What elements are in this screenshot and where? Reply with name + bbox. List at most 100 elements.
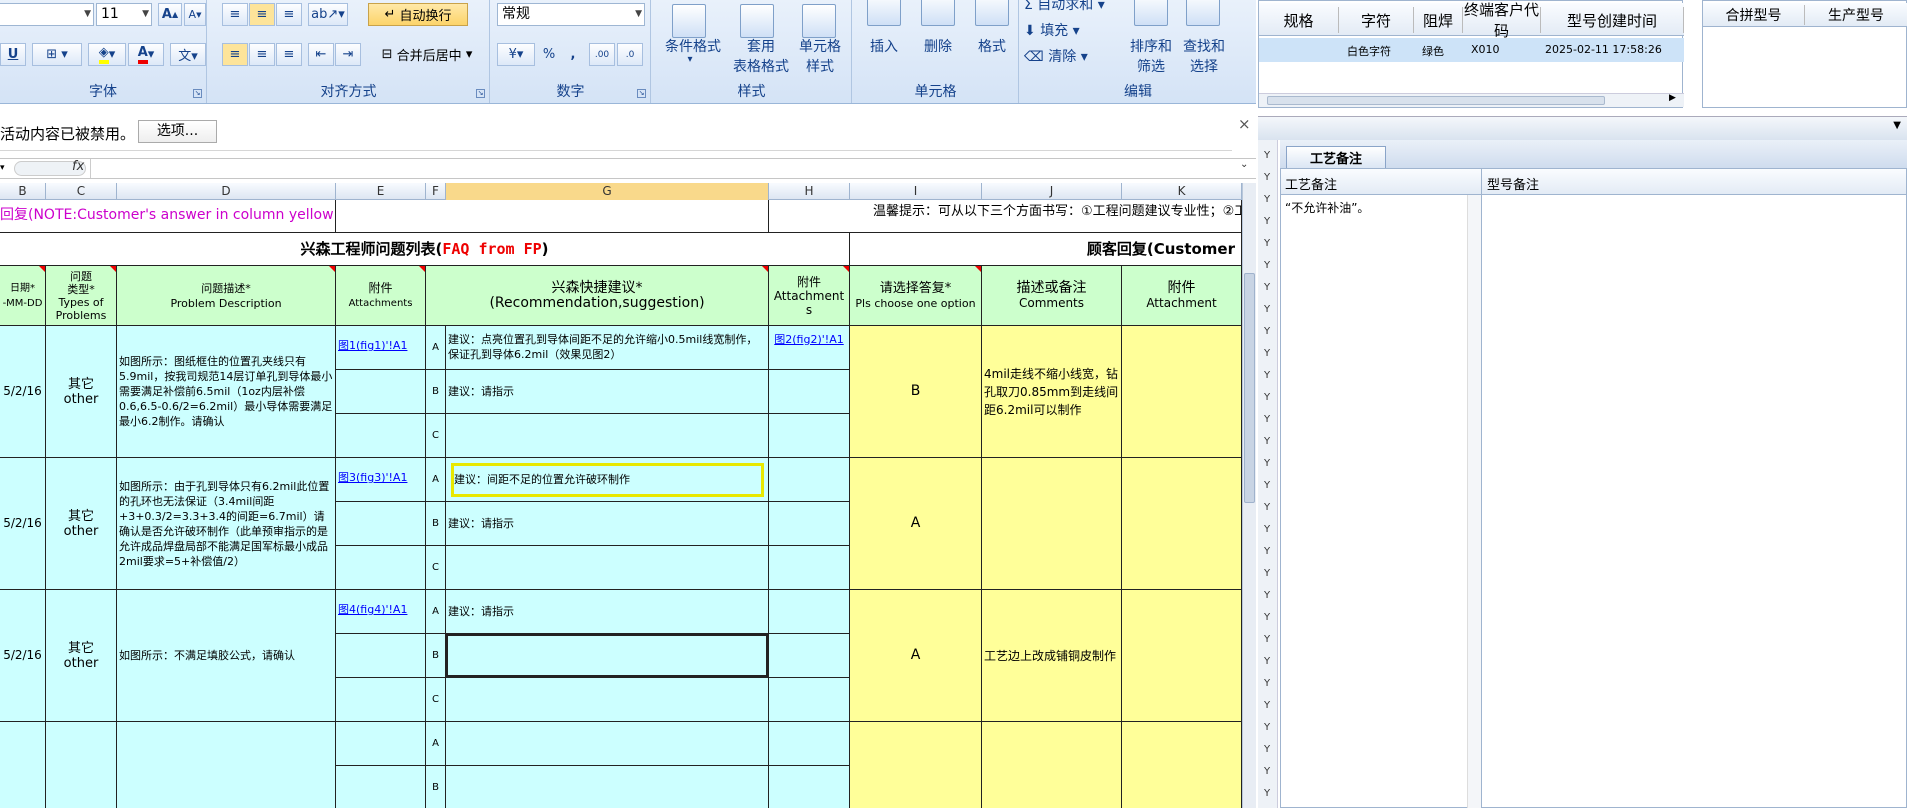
row-suggest-cell[interactable]: [446, 414, 769, 458]
font-color-button[interactable]: A ▾: [128, 43, 164, 66]
row-attach-cell[interactable]: [336, 722, 426, 766]
fill-color-button[interactable]: ◈ ▾: [88, 43, 126, 66]
hdr-choose-cell[interactable]: 请选择答复* Pls choose one option: [850, 266, 982, 326]
row-date-cell[interactable]: 5/2/16: [0, 326, 46, 458]
row-choice-cell[interactable]: A: [850, 458, 982, 590]
process-note-header[interactable]: 工艺备注: [1285, 174, 1337, 193]
font-size-combo[interactable]: 11 ▼: [96, 3, 152, 26]
model-table-header[interactable]: 字符: [1339, 7, 1414, 33]
row-option-letter[interactable]: C: [426, 678, 446, 722]
row-attach-cell[interactable]: [336, 766, 426, 808]
note-right-cell[interactable]: 温馨提示：可从以下三个方面书写：①工程问题建议专业性；②工程: [769, 200, 1242, 233]
percent-button[interactable]: %: [537, 43, 561, 66]
row-suggest-cell[interactable]: 建议：间距不足的位置允许破环制作: [446, 458, 769, 502]
decrease-indent-button[interactable]: ⇤: [308, 43, 334, 66]
attachment-link[interactable]: 图4(fig4)'!A1: [338, 603, 407, 616]
top-align-button[interactable]: ≡: [222, 3, 248, 26]
collapse-icon[interactable]: ▼: [1893, 120, 1901, 131]
row-date-cell[interactable]: 5/2/16: [0, 590, 46, 722]
row-desc-cell[interactable]: 如图所示：由于孔到导体只有6.2mil此位置的孔环也无法保证（3.4mil间距+…: [117, 458, 336, 590]
row-suggest-cell[interactable]: [446, 766, 769, 808]
title-left-cell[interactable]: 兴森工程师问题列表(FAQ from FP): [0, 233, 850, 266]
row-attach3-cell[interactable]: [1122, 458, 1242, 590]
row-date-cell[interactable]: [0, 722, 46, 808]
find-select-label-1[interactable]: 查找和: [1176, 36, 1232, 56]
phonetic-button[interactable]: 文▾: [170, 43, 206, 66]
increase-indent-button[interactable]: ⇥: [335, 43, 361, 66]
row-attach3-cell[interactable]: [1122, 590, 1242, 722]
row-option-letter[interactable]: A: [426, 722, 446, 766]
attachment2-link[interactable]: 图2(fig2)'!A1: [774, 333, 843, 346]
row-comment-cell[interactable]: [982, 722, 1122, 808]
row-attach2-cell[interactable]: [769, 414, 850, 458]
number-format-combo[interactable]: 常规 ▼: [497, 3, 645, 26]
orientation-button[interactable]: ab↗▾: [308, 3, 348, 26]
hdr-attach2-cell[interactable]: 附件 Attachment s: [769, 266, 850, 326]
fill-button[interactable]: ⬇ 填充 ▾: [1024, 20, 1080, 40]
cell-style-label-1[interactable]: 单元格: [788, 36, 852, 56]
row-attach-cell[interactable]: 图3(fig3)'!A1: [336, 458, 426, 502]
col-header-b[interactable]: B: [0, 183, 46, 200]
expand-formula-icon[interactable]: ⌄: [1240, 159, 1248, 170]
cell-style-label-2[interactable]: 样式: [788, 56, 852, 76]
name-box-dropdown[interactable]: ▾: [0, 160, 10, 177]
row-desc-cell[interactable]: [117, 722, 336, 808]
merge-center-button[interactable]: ⊟ 合并后居中 ▾: [368, 43, 486, 66]
spreadsheet-grid[interactable]: 回复(NOTE:Customer's answer in column yell…: [0, 200, 1242, 808]
process-note-text[interactable]: “不允许补油”。: [1285, 199, 1369, 216]
row-attach-cell[interactable]: [336, 414, 426, 458]
grow-font-button[interactable]: A ▲: [158, 3, 182, 26]
row-attach-cell[interactable]: [336, 370, 426, 414]
model-table-header[interactable]: 规格: [1259, 7, 1339, 33]
row-comment-cell[interactable]: [982, 458, 1122, 590]
merge-model-header[interactable]: 合拼型号: [1703, 5, 1805, 25]
model-table-cell[interactable]: 绿色: [1422, 43, 1444, 59]
row-attach3-cell[interactable]: [1122, 722, 1242, 808]
row-choice-cell[interactable]: A: [850, 590, 982, 722]
hdr-date-cell[interactable]: 日期* -MM-DD: [0, 266, 46, 326]
hdr-type-cell[interactable]: 问题 类型* Types of Problems: [46, 266, 117, 326]
close-message-icon[interactable]: ×: [1238, 115, 1251, 133]
row-option-letter[interactable]: C: [426, 414, 446, 458]
right-align-button[interactable]: ≡: [276, 43, 302, 66]
fx-icon[interactable]: fx: [72, 159, 84, 174]
center-align-button[interactable]: ≡: [249, 43, 275, 66]
middle-align-button[interactable]: ≡: [249, 3, 275, 26]
row-option-letter[interactable]: B: [426, 634, 446, 678]
model-note-header[interactable]: 型号备注: [1487, 174, 1539, 193]
scroll-thumb[interactable]: [1244, 273, 1255, 503]
number-dialog-launcher[interactable]: ↘: [637, 89, 646, 98]
conditional-format-button[interactable]: 条件格式: [656, 36, 730, 56]
row-suggest-cell[interactable]: 建议：请指示: [446, 590, 769, 634]
hdr-comments-cell[interactable]: 描述或备注 Comments: [982, 266, 1122, 326]
autosum-button[interactable]: Σ 自动求和 ▾: [1024, 0, 1105, 14]
col-header-k[interactable]: K: [1122, 183, 1242, 200]
row-attach2-cell[interactable]: [769, 502, 850, 546]
formula-input[interactable]: [90, 159, 1238, 178]
row-attach2-cell[interactable]: [769, 678, 850, 722]
row-attach2-cell[interactable]: [769, 634, 850, 678]
col-header-i[interactable]: I: [850, 183, 982, 200]
scroll-right-icon[interactable]: ▶: [1669, 93, 1676, 103]
find-select-label-2[interactable]: 选择: [1176, 56, 1232, 76]
row-suggest-cell[interactable]: [446, 546, 769, 590]
row-desc-cell[interactable]: 如图所示：图纸框住的位置孔夹线只有5.9mil，按我司规范14层订单孔到导体最小…: [117, 326, 336, 458]
tab-process-notes[interactable]: 工艺备注: [1286, 146, 1386, 168]
row-attach2-cell[interactable]: [769, 766, 850, 808]
row-comment-cell[interactable]: 工艺边上改成铺铜皮制作: [982, 590, 1122, 722]
row-option-letter[interactable]: A: [426, 458, 446, 502]
row-suggest-cell[interactable]: [446, 722, 769, 766]
hdr-attach-cell[interactable]: 附件 Attachments: [336, 266, 426, 326]
row-suggest-cell[interactable]: 建议：请指示: [446, 370, 769, 414]
row-attach-cell[interactable]: [336, 546, 426, 590]
model-table-header[interactable]: 型号创建时间: [1541, 7, 1684, 33]
row-option-letter[interactable]: C: [426, 546, 446, 590]
row-attach-cell[interactable]: [336, 678, 426, 722]
underline-button[interactable]: U: [0, 43, 26, 66]
row-suggest-cell[interactable]: [446, 634, 769, 678]
left-align-button[interactable]: ≡: [222, 43, 248, 66]
hdr-desc-cell[interactable]: 问题描述* Problem Description: [117, 266, 336, 326]
row-type-cell[interactable]: 其它 other: [46, 458, 117, 590]
decrease-decimal-button[interactable]: .0: [617, 43, 643, 66]
row-type-cell[interactable]: 其它 other: [46, 326, 117, 458]
